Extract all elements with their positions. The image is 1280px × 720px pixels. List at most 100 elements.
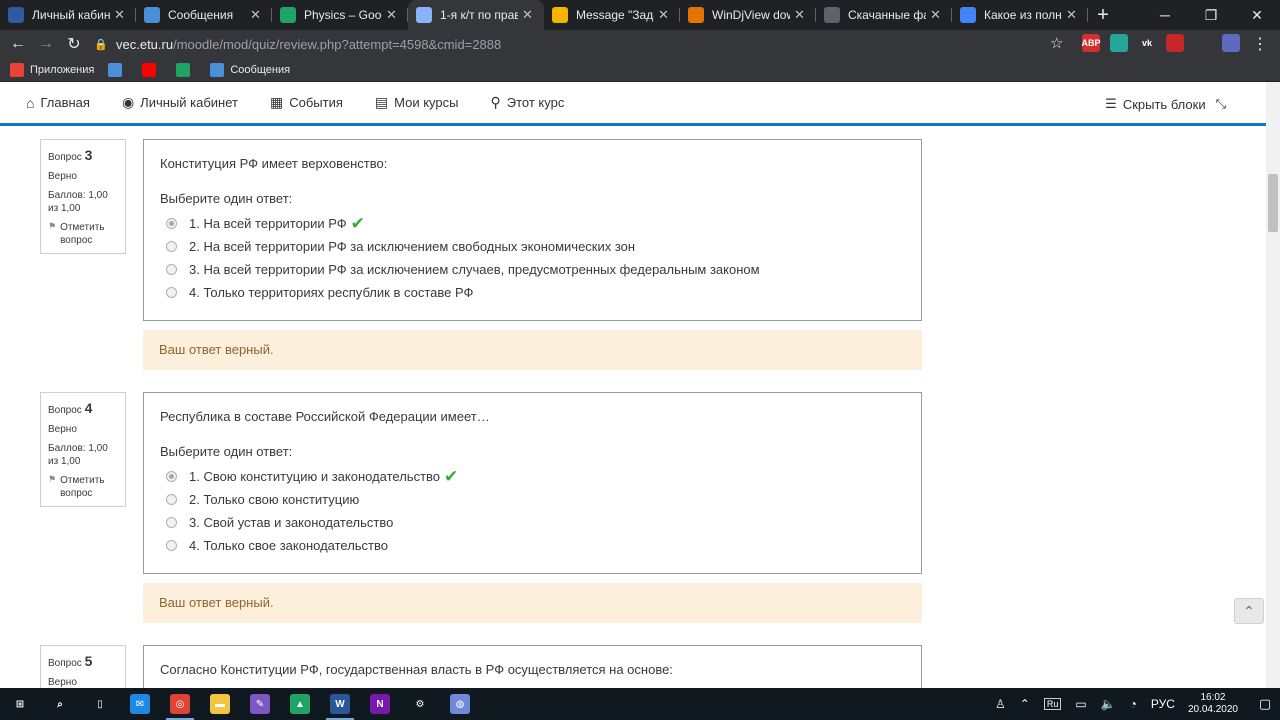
input-method-icon[interactable]: Ru [1043, 698, 1062, 710]
answer-text: 3. Свой устав и законодательство [189, 515, 394, 530]
flag-question-button[interactable]: ⚑ Отметить вопрос [48, 221, 118, 247]
answer-radio[interactable] [166, 264, 177, 275]
browser-tab[interactable]: 1-я к/т по правов ✕ [408, 0, 544, 30]
reload-button[interactable]: ↻ [60, 30, 88, 58]
taskbar-app[interactable]: ◎ [160, 688, 200, 720]
taskbar-app[interactable]: ▬ [200, 688, 240, 720]
taskbar-app[interactable]: W [320, 688, 360, 720]
clock[interactable]: 16:02 20.04.2020 [1188, 692, 1238, 716]
answer-option[interactable]: 3. Свой устав и законодательство [160, 511, 905, 534]
hide-blocks-button[interactable]: ☰ Скрыть блоки ⤡ [1105, 96, 1226, 112]
restore-icon[interactable]: ❐ [1188, 0, 1234, 30]
nav-item[interactable]: ▤ Мои курсы [375, 94, 459, 111]
answer-option[interactable]: 3. На всей территории РФ за исключением … [160, 258, 905, 281]
language-indicator[interactable]: РУС [1151, 697, 1175, 711]
new-tab-button[interactable]: + [1088, 0, 1118, 30]
close-icon[interactable]: ✕ [250, 7, 264, 23]
extension-icon[interactable] [1110, 34, 1128, 52]
browser-toolbar: ← → ↻ 🔒 vec.etu.ru/moodle/mod/quiz/revie… [0, 30, 1280, 58]
answer-option[interactable]: 1. Свою конституцию и законодательство ✔ [160, 465, 905, 488]
close-icon[interactable]: ✕ [794, 7, 808, 23]
taskbar-app[interactable]: N [360, 688, 400, 720]
minimize-icon[interactable]: ─ [1142, 0, 1188, 30]
scrollbar-thumb[interactable] [1268, 174, 1278, 232]
close-icon[interactable]: ✕ [114, 7, 128, 23]
nav-item-label: Этот курс [506, 95, 565, 110]
close-icon[interactable]: ✕ [930, 7, 944, 23]
answer-option[interactable]: 2. Только свою конституцию [160, 488, 905, 511]
battery-icon[interactable]: ▭ [1075, 697, 1086, 711]
close-icon[interactable]: ✕ [386, 7, 400, 23]
nav-item-label: Главная [40, 95, 90, 110]
pdf-icon[interactable] [1166, 34, 1184, 52]
bookmark-item[interactable]: Приложения [10, 62, 94, 77]
bookmark-item[interactable]: Сообщения [210, 62, 291, 77]
profile-icon[interactable] [1222, 34, 1240, 52]
back-to-top-button[interactable]: ⌃ [1234, 598, 1264, 624]
taskbar-app[interactable]: ▯ [80, 688, 120, 720]
question-info: Вопрос 3 Верно Баллов: 1,00 из 1,00 ⚑ Отмети… [40, 139, 126, 255]
google-drive-icon: ▲ [290, 694, 310, 714]
answer-radio[interactable] [166, 241, 177, 252]
close-window-icon[interactable]: ✕ [1234, 0, 1280, 30]
answer-radio[interactable] [166, 287, 177, 298]
answer-radio[interactable] [166, 494, 177, 505]
answer-radio[interactable] [166, 517, 177, 528]
scrollbar[interactable] [1266, 82, 1280, 688]
bookmark-item[interactable] [142, 62, 162, 77]
people-icon[interactable]: ♙ [995, 697, 1006, 711]
bookmark-label: Сообщения [230, 63, 291, 76]
collapse-arrows-icon[interactable]: ⤡ [1216, 96, 1226, 112]
answer-radio[interactable] [166, 218, 177, 229]
chrome-menu-icon[interactable]: ⋮ [1252, 34, 1268, 54]
browser-tab[interactable]: Скачанные файлы ✕ [816, 0, 952, 30]
answer-option[interactable]: 2. На всей территории РФ за исключением … [160, 235, 905, 258]
adblock-icon[interactable]: ABP [1082, 34, 1101, 52]
nav-item[interactable]: ▦ События [270, 94, 343, 111]
forward-button[interactable]: → [32, 30, 60, 58]
taskbar-app[interactable]: ⌕ [40, 688, 80, 720]
nav-item[interactable]: ◉ Личный кабинет [122, 94, 238, 111]
taskbar-app[interactable]: ✉ [120, 688, 160, 720]
taskbar-app[interactable]: ▲ [280, 688, 320, 720]
wifi-icon[interactable]: ◔ [1130, 697, 1137, 711]
taskbar-app[interactable]: ✎ [240, 688, 280, 720]
answer-radio[interactable] [166, 540, 177, 551]
browser-tab[interactable]: Какое из полномо ✕ [952, 0, 1088, 30]
bookmark-item[interactable] [108, 62, 128, 77]
volume-icon[interactable]: 🔈 [1101, 697, 1116, 711]
lock-icon[interactable]: 🔒 [92, 38, 110, 51]
taskbar-app[interactable]: ⊞ [0, 688, 40, 720]
answer-option[interactable]: 4. Только территориях республик в состав… [160, 281, 905, 304]
answer-text: 2. На всей территории РФ за исключением … [189, 239, 636, 254]
browser-tab[interactable]: WinDjView downlo ✕ [680, 0, 816, 30]
question-text: Согласно Конституции РФ, государственная… [160, 662, 673, 677]
nav-item-label: События [289, 95, 343, 110]
browser-tab[interactable]: Личный кабинет с ✕ [0, 0, 136, 30]
nav-item[interactable]: ⚲ Этот курс [490, 94, 564, 111]
answer-option[interactable]: 1. На всей территории РФ ✔ [160, 212, 905, 235]
browser-tab[interactable]: Сообщения ✕ [136, 0, 272, 30]
nav-item[interactable]: ⌂ Главная [26, 95, 90, 111]
task-view-icon: ▯ [90, 694, 110, 714]
address-bar[interactable]: 🔒 vec.etu.ru/moodle/mod/quiz/review.php?… [92, 32, 1072, 56]
chevron-up-icon[interactable]: ⌃ [1020, 697, 1030, 711]
back-button[interactable]: ← [4, 30, 32, 58]
vk-icon[interactable]: vk [1138, 34, 1156, 52]
notifications-icon[interactable]: ▢ [1250, 696, 1280, 712]
media-icon[interactable] [1194, 34, 1212, 52]
answer-radio[interactable] [166, 471, 177, 482]
question-state: Верно [48, 677, 77, 688]
flag-question-button[interactable]: ⚑ Отметить вопрос [48, 474, 118, 500]
browser-tab[interactable]: Physics – Google Д ✕ [272, 0, 408, 30]
close-icon[interactable]: ✕ [522, 7, 536, 23]
close-icon[interactable]: ✕ [1066, 7, 1080, 23]
taskbar-app[interactable]: ⚙ [400, 688, 440, 720]
onenote-icon: N [370, 694, 390, 714]
taskbar-app[interactable]: ◍ [440, 688, 480, 720]
close-icon[interactable]: ✕ [658, 7, 672, 23]
bookmark-star-icon[interactable]: ☆ [1050, 34, 1063, 52]
browser-tab[interactable]: Message "Задани ✕ [544, 0, 680, 30]
bookmark-item[interactable] [176, 62, 196, 77]
answer-option[interactable]: 4. Только свое законодательство [160, 534, 905, 557]
